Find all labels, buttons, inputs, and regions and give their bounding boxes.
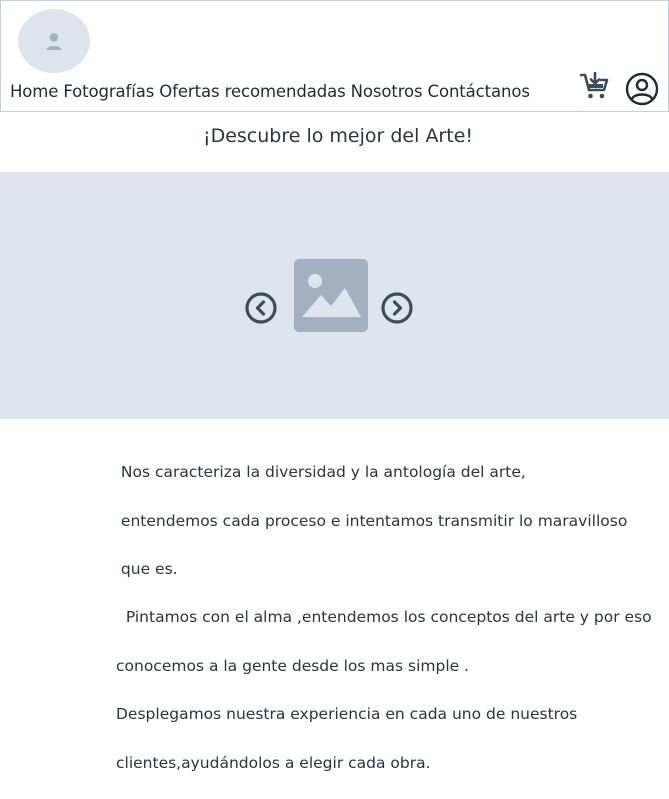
nav-item-home[interactable]: Home xyxy=(10,82,58,101)
image-placeholder-icon xyxy=(294,259,368,332)
nav-item-ofertas-recomendadas[interactable]: Ofertas recomendadas xyxy=(159,82,345,101)
cart-download-icon[interactable] xyxy=(580,71,610,101)
nav-item-contactanos[interactable]: Contáctanos xyxy=(428,82,530,101)
page-headline: ¡Descubre lo mejor del Arte! xyxy=(202,125,474,147)
site-header: Home Fotografías Ofertas recomendadas No… xyxy=(0,0,669,112)
paragraph-line: Pintamos con el alma ,entendemos los con… xyxy=(116,608,652,627)
account-circle-icon[interactable] xyxy=(625,72,659,106)
main-nav: Home Fotografías Ofertas recomendadas No… xyxy=(10,82,530,101)
about-paragraph: Nos caracteriza la diversidad y la antol… xyxy=(116,436,656,799)
chevron-left-circle-icon[interactable] xyxy=(244,291,278,325)
user-placeholder-icon xyxy=(46,33,62,50)
avatar[interactable] xyxy=(18,9,90,73)
paragraph-line: Nos caracteriza la diversidad y la antol… xyxy=(116,463,526,482)
nav-item-nosotros[interactable]: Nosotros xyxy=(351,82,423,101)
chevron-right-circle-icon[interactable] xyxy=(380,291,414,325)
paragraph-line: que es. xyxy=(116,560,178,579)
paragraph-line: entendemos cada proceso e intentamos tra… xyxy=(116,511,628,530)
paragraph-line: conocemos a la gente desde los mas simpl… xyxy=(116,656,470,675)
nav-item-fotografias[interactable]: Fotografías xyxy=(63,82,154,101)
paragraph-line: clientes,ayudándolos a elegir cada obra. xyxy=(116,753,431,772)
image-carousel xyxy=(0,172,669,419)
paragraph-line: Desplegamos nuestra experiencia en cada … xyxy=(116,705,578,724)
